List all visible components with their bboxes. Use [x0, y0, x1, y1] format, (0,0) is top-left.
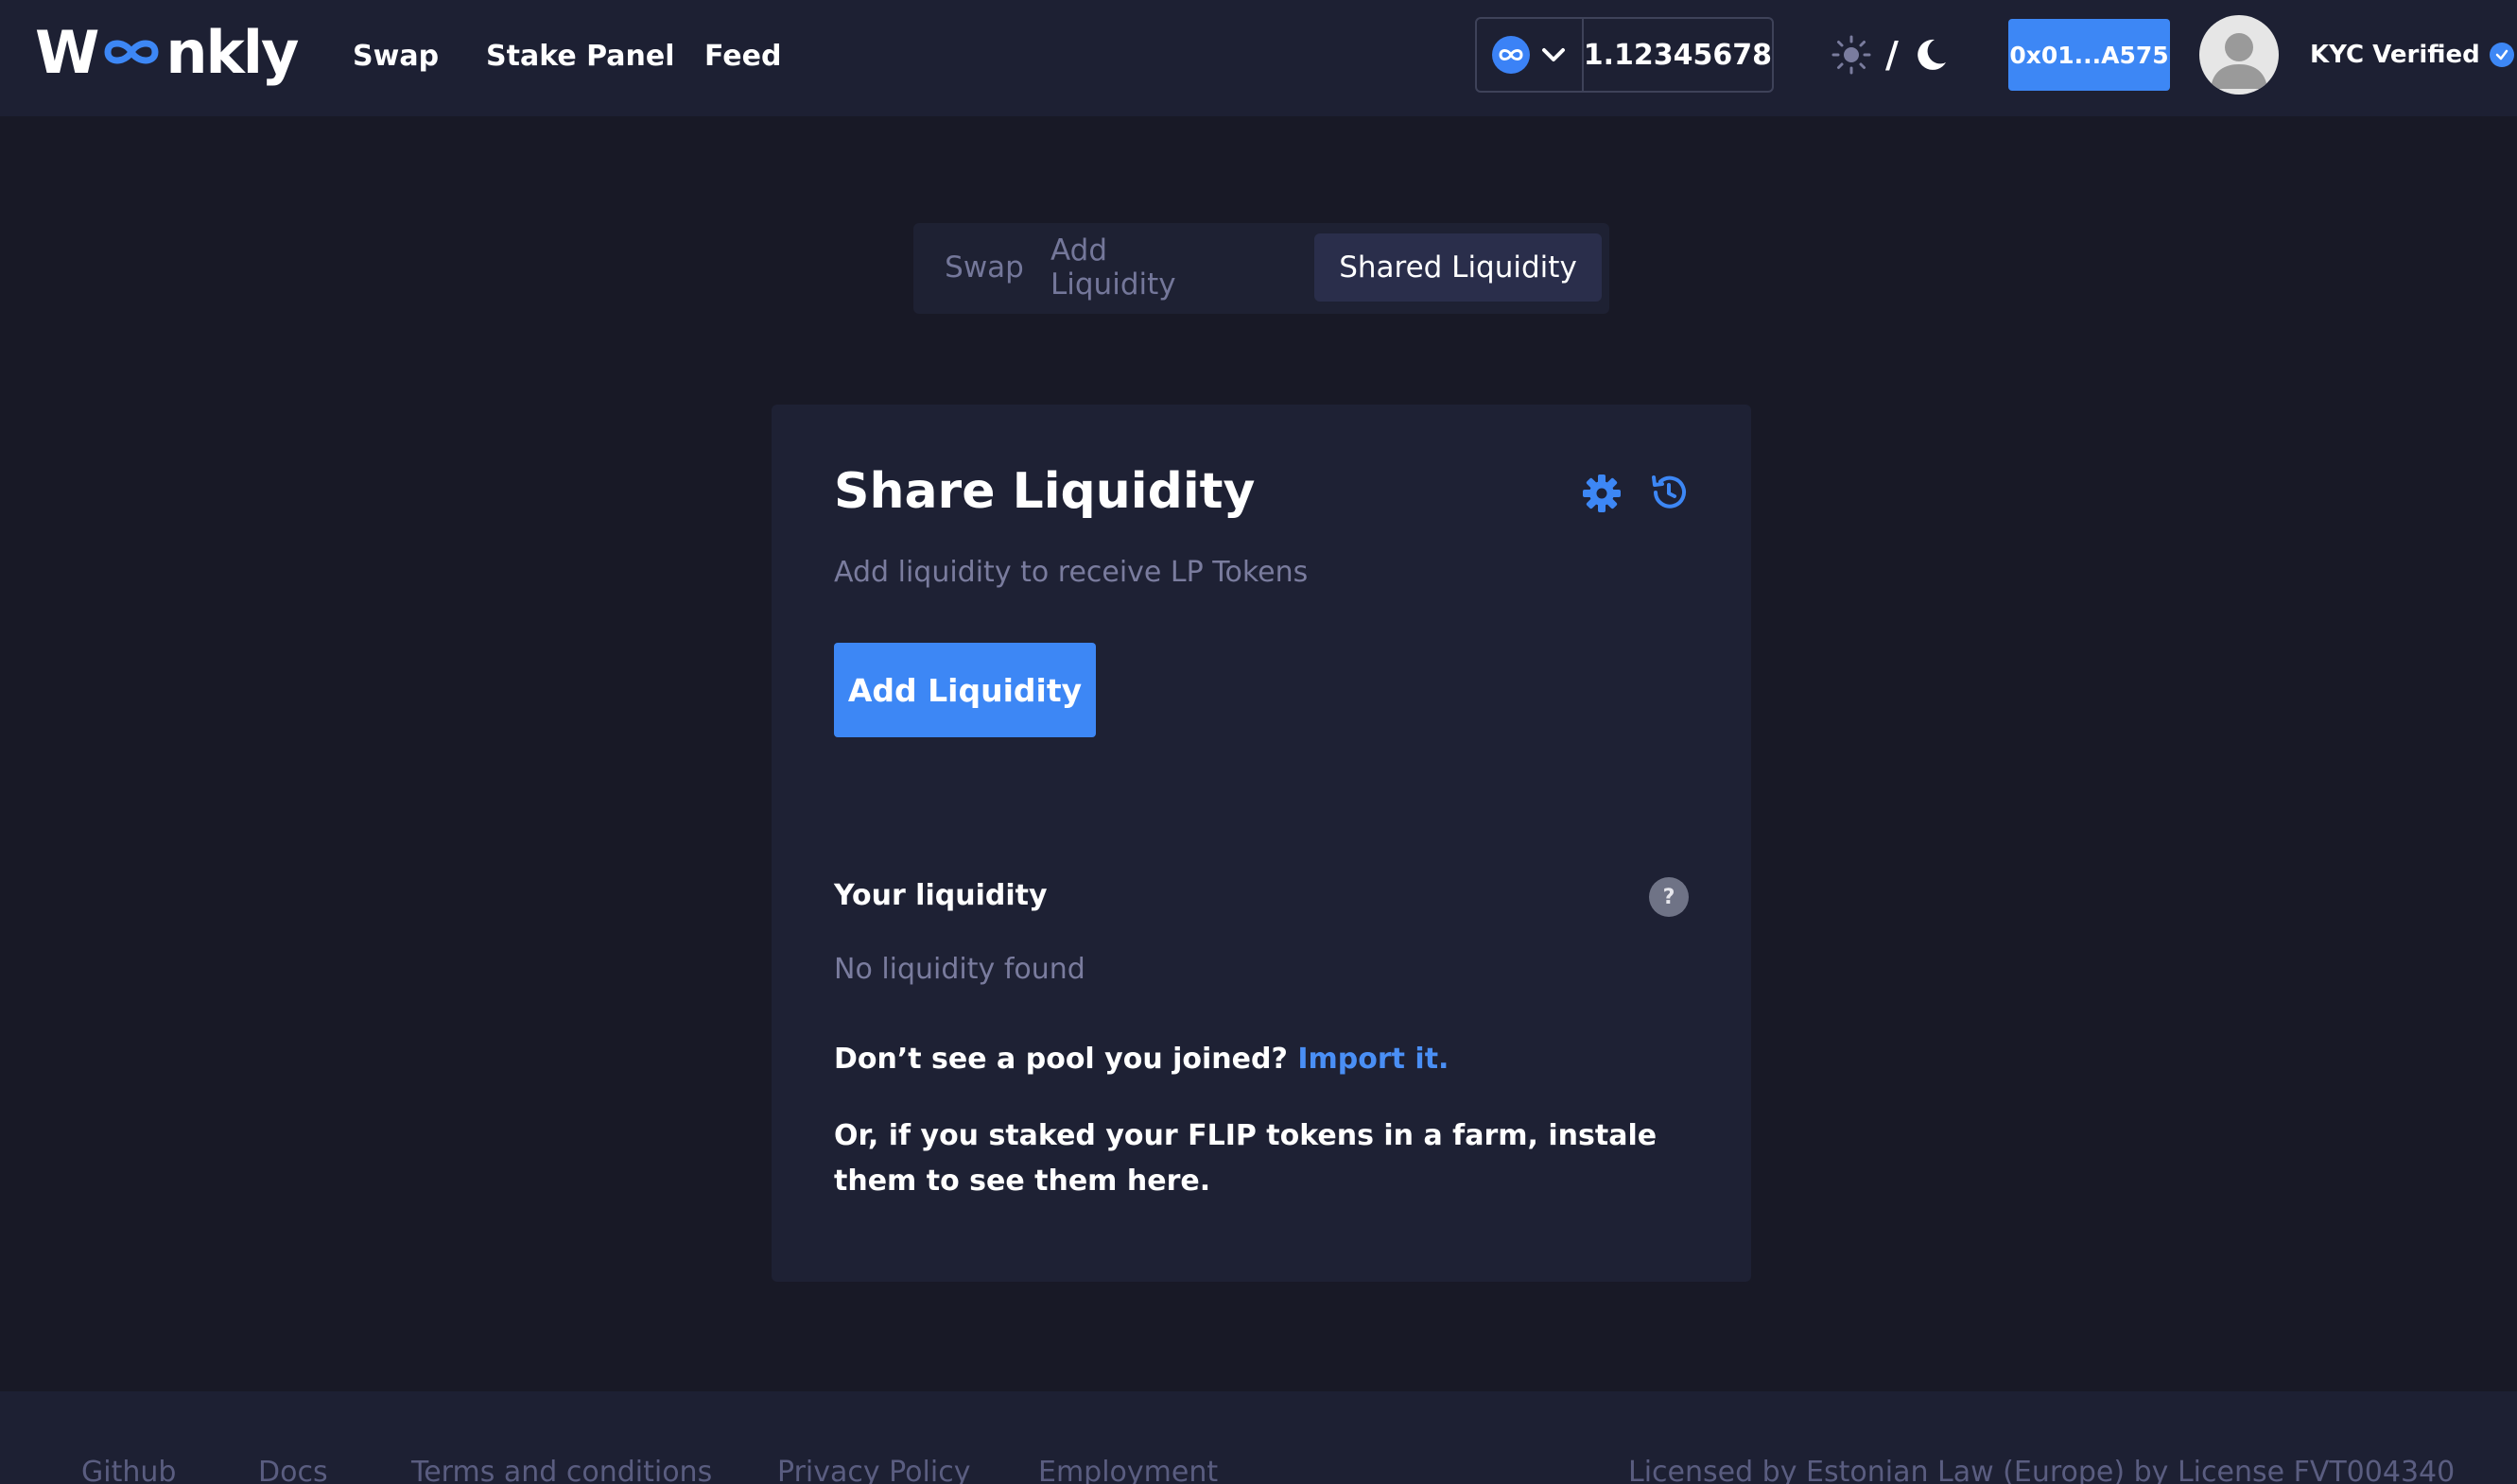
tab-swap[interactable]: Swap: [925, 233, 1044, 302]
nav-stake-panel[interactable]: Stake Panel: [486, 0, 675, 112]
avatar-icon: [2211, 33, 2267, 89]
nav-feed[interactable]: Feed: [704, 0, 781, 112]
footer-link-github[interactable]: Github: [81, 1456, 176, 1484]
moon-icon[interactable]: [1912, 36, 1950, 74]
footer: Github Docs Terms and conditions Privacy…: [0, 1391, 2517, 1484]
network-selector[interactable]: [1477, 19, 1584, 91]
sun-icon[interactable]: [1831, 34, 1872, 76]
footer-link-terms[interactable]: Terms and conditions: [411, 1456, 712, 1484]
help-icon[interactable]: ?: [1649, 877, 1689, 917]
staked-tokens-note: Or, if you staked your FLIP tokens in a …: [834, 1119, 1658, 1198]
history-icon[interactable]: [1647, 471, 1691, 514]
network-infinity-icon: [1492, 36, 1531, 74]
footer-link-employment[interactable]: Employment: [1038, 1456, 1218, 1484]
card-subtitle: Add liquidity to receive LP Tokens: [834, 556, 1309, 589]
theme-toggle[interactable]: /: [1831, 28, 1950, 81]
kyc-label: KYC Verified: [2310, 41, 2480, 69]
logo-text-w: W: [35, 17, 99, 87]
gear-icon[interactable]: [1581, 473, 1623, 514]
add-liquidity-button[interactable]: Add Liquidity: [834, 643, 1096, 737]
verified-check-icon: [2489, 43, 2514, 67]
logo[interactable]: W nkly: [35, 17, 299, 87]
import-pool-prompt: Don’t see a pool you joined? Import it.: [834, 1043, 1449, 1076]
card-title: Share Liquidity: [834, 463, 1256, 520]
theme-separator: /: [1885, 34, 1899, 76]
chevron-down-icon: [1542, 48, 1566, 61]
kyc-status: KYC Verified: [2310, 36, 2514, 74]
wallet-address-button[interactable]: 0x01...A575: [2008, 19, 2170, 91]
header: W nkly Swap Stake Panel Feed 1.12345678 …: [0, 0, 2517, 116]
import-prompt-text: Don’t see a pool you joined?: [834, 1043, 1288, 1076]
nav-swap[interactable]: Swap: [353, 0, 439, 112]
logo-infinity-icon: [104, 40, 159, 64]
tab-shared-liquidity[interactable]: Shared Liquidity: [1314, 233, 1602, 302]
no-liquidity-text: No liquidity found: [834, 953, 1085, 986]
footer-license: Licensed by Estonian Law (Europe) by Lic…: [1628, 1456, 2456, 1484]
import-link[interactable]: Import it.: [1297, 1043, 1449, 1076]
liquidity-tabs: Swap Add Liquidity Shared Liquidity: [913, 223, 1609, 314]
tab-add-liquidity[interactable]: Add Liquidity: [1050, 233, 1232, 302]
share-liquidity-card: Share Liquidity Add liquidity to receive…: [772, 405, 1751, 1282]
network-balance-box: 1.12345678: [1475, 17, 1774, 93]
your-liquidity-heading: Your liquidity: [834, 879, 1048, 912]
logo-text-rest: nkly: [165, 17, 299, 87]
avatar[interactable]: [2199, 15, 2279, 95]
network-balance: 1.12345678: [1583, 38, 1772, 72]
footer-link-privacy[interactable]: Privacy Policy: [777, 1456, 970, 1484]
footer-link-docs[interactable]: Docs: [258, 1456, 328, 1484]
